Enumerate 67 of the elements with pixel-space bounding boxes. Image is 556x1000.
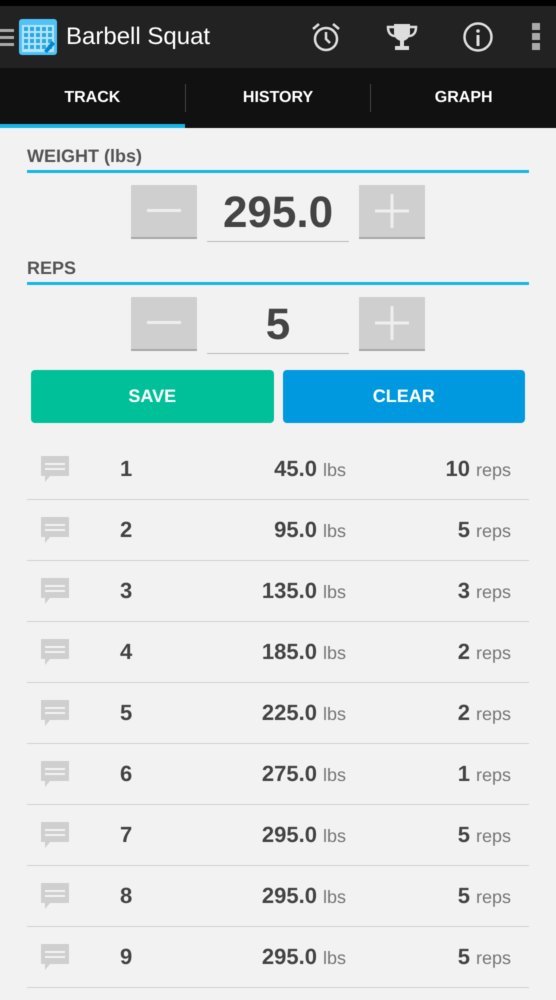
weight-unit: lbs	[322, 765, 346, 786]
set-number: 1	[120, 456, 134, 482]
set-number: 2	[120, 517, 134, 543]
reps-value: 3	[458, 578, 470, 604]
plus-icon	[375, 194, 409, 228]
increment-button[interactable]	[359, 297, 425, 351]
weight-value: 295.0	[262, 944, 317, 970]
set-number: 7	[120, 822, 134, 848]
weight-unit: lbs	[322, 887, 346, 908]
weight-value: 225.0	[262, 700, 317, 726]
reps-value: 1	[458, 761, 470, 787]
set-number: 9	[120, 944, 134, 970]
reps-unit: reps	[476, 521, 511, 542]
section-label: WEIGHT (lbs)	[27, 146, 529, 173]
reps-value: 5	[458, 944, 470, 970]
reps-unit: reps	[476, 887, 511, 908]
reps-value: 2	[458, 639, 470, 665]
menu-icon[interactable]	[0, 27, 14, 47]
comment-icon[interactable]	[40, 576, 70, 606]
comment-icon[interactable]	[40, 881, 70, 911]
weight-value: 45.0	[274, 456, 317, 482]
weight-value: 135.0	[262, 578, 317, 604]
weight-value: 95.0	[274, 517, 317, 543]
comment-icon[interactable]	[40, 637, 70, 667]
reps-value: 10	[446, 456, 470, 482]
weight-value: 275.0	[262, 761, 317, 787]
weight-unit: lbs	[322, 826, 346, 847]
section-label: REPS	[27, 258, 529, 285]
screen-title: Barbell Squat	[66, 23, 212, 51]
reps-value: 5	[458, 517, 470, 543]
reps-value: 5	[458, 883, 470, 909]
value-field[interactable]: 5	[207, 297, 349, 354]
set-number: 5	[120, 700, 134, 726]
reps-unit: reps	[476, 948, 511, 969]
set-number: 6	[120, 761, 134, 787]
set-number: 4	[120, 639, 134, 665]
comment-icon[interactable]	[40, 515, 70, 545]
weight-unit: lbs	[322, 582, 346, 603]
set-number: 8	[120, 883, 134, 909]
plus-icon	[375, 306, 409, 340]
reps-value: 2	[458, 700, 470, 726]
weight-unit: lbs	[322, 460, 346, 481]
reps-unit: reps	[476, 643, 511, 664]
reps-unit: reps	[476, 765, 511, 786]
weight-value: 185.0	[262, 639, 317, 665]
comment-icon[interactable]	[40, 820, 70, 850]
value-field[interactable]: 295.0	[207, 185, 349, 242]
weight-unit: lbs	[322, 948, 346, 969]
weight-unit: lbs	[322, 643, 346, 664]
set-number: 3	[120, 578, 134, 604]
reps-unit: reps	[476, 582, 511, 603]
comment-icon[interactable]	[40, 759, 70, 789]
reps-value: 5	[458, 822, 470, 848]
weight-value: 295.0	[262, 883, 317, 909]
calendar-icon[interactable]	[18, 17, 58, 57]
decrement-button[interactable]	[131, 185, 197, 239]
weight-unit: lbs	[322, 521, 346, 542]
increment-button[interactable]	[359, 185, 425, 239]
comment-icon[interactable]	[40, 942, 70, 972]
weight-unit: lbs	[322, 704, 346, 725]
decrement-button[interactable]	[131, 297, 197, 351]
comment-icon[interactable]	[40, 454, 70, 484]
reps-unit: reps	[476, 826, 511, 847]
weight-value: 295.0	[262, 822, 317, 848]
reps-unit: reps	[476, 704, 511, 725]
reps-unit: reps	[476, 460, 511, 481]
comment-icon[interactable]	[40, 698, 70, 728]
